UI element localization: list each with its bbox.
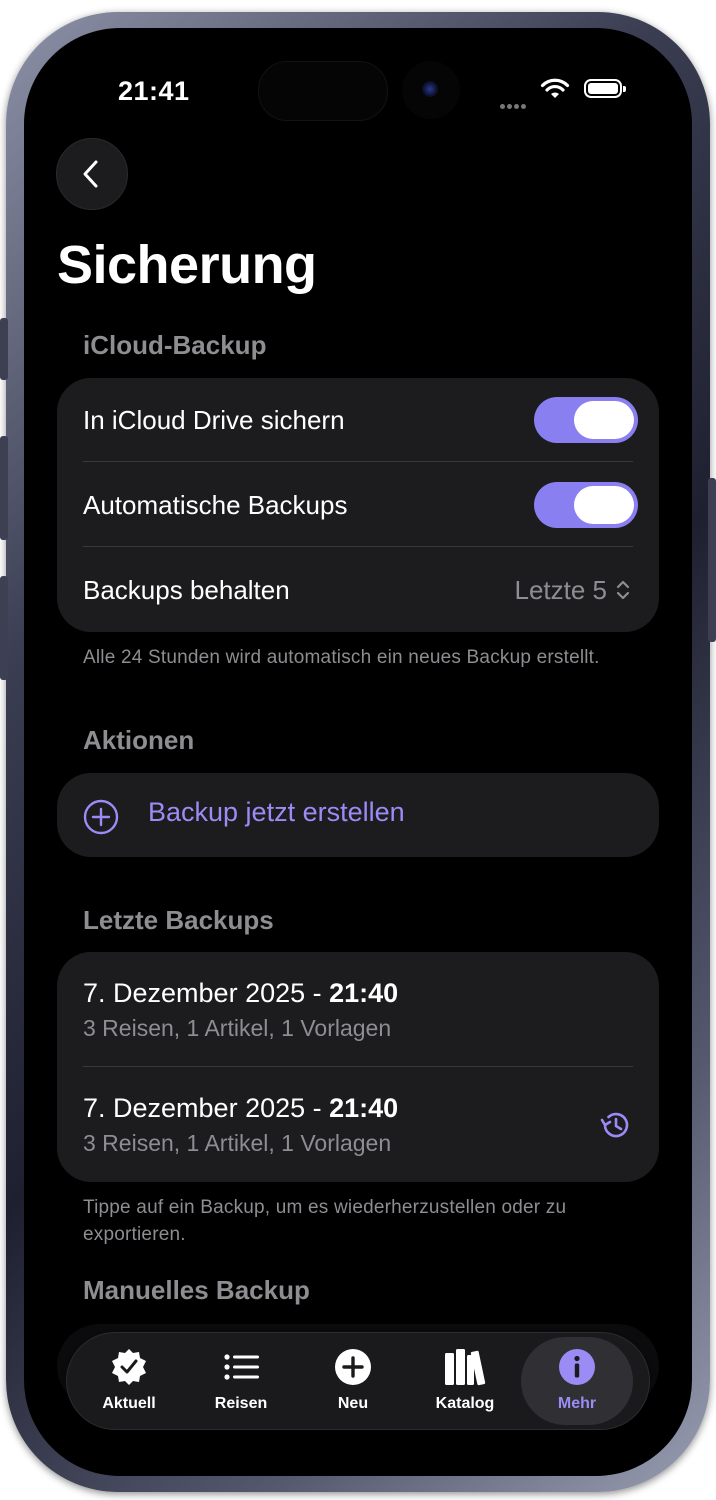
dynamic-island (258, 61, 388, 121)
divider (83, 461, 633, 462)
auto-backups-toggle[interactable] (534, 482, 638, 528)
checkmark-seal-icon (112, 1349, 146, 1385)
books-icon (445, 1349, 486, 1386)
section-header-manual: Manuelles Backup (83, 1275, 310, 1305)
action-button (0, 318, 8, 380)
backup-time: 21:40 (329, 1093, 399, 1123)
tab-label: Aktuell (102, 1395, 156, 1412)
keep-backups-picker[interactable]: Letzte 5 (514, 575, 607, 606)
power-button (708, 478, 716, 642)
backup-details: 3 Reisen, 1 Artikel, 1 Vorlagen (83, 1130, 392, 1156)
chevron-up-down-icon[interactable] (615, 578, 631, 602)
backup-date: 7. Dezember 2025 - 21:40 (83, 978, 398, 1009)
volume-up-button (0, 436, 8, 540)
tab-label: Reisen (214, 1395, 268, 1412)
status-time: 21:41 (118, 76, 190, 106)
section-header-recent: Letzte Backups (83, 905, 274, 935)
section-header-icloud: iCloud-Backup (83, 330, 267, 360)
icloud-footnote: Alle 24 Stunden wird automatisch ein neu… (83, 647, 600, 668)
tab-bar: Aktuell Reisen Neu Katalog Mehr (66, 1332, 650, 1430)
tab-mehr[interactable]: Mehr (521, 1337, 633, 1425)
tab-neu[interactable]: Neu (297, 1337, 409, 1425)
battery-icon (584, 79, 626, 98)
create-backup-button[interactable]: Backup jetzt erstellen (57, 773, 659, 857)
tab-reisen[interactable]: Reisen (185, 1337, 297, 1425)
create-backup-label: Backup jetzt erstellen (148, 797, 405, 827)
backup-details: 3 Reisen, 1 Artikel, 1 Vorlagen (83, 1015, 392, 1041)
tab-label: Neu (337, 1395, 369, 1412)
chevron-left-icon (83, 160, 98, 188)
recent-backups-card: 7. Dezember 2025 - 21:40 3 Reisen, 1 Art… (57, 952, 659, 1182)
volume-down-button (0, 576, 8, 680)
divider (83, 546, 633, 547)
restore-history-icon[interactable] (598, 1108, 632, 1142)
backup-date: 7. Dezember 2025 - 21:40 (83, 1093, 398, 1124)
recent-footnote: Tippe auf ein Backup, um es wiederherzus… (83, 1197, 567, 1245)
cellular-signal-icon (500, 96, 528, 114)
plus-circle-icon (335, 1349, 371, 1385)
page-title: Sicherung (57, 235, 317, 295)
plus-circle-icon (83, 799, 119, 835)
front-camera (402, 61, 460, 119)
divider (83, 1066, 633, 1067)
back-button[interactable] (56, 138, 128, 210)
tab-katalog[interactable]: Katalog (409, 1337, 521, 1425)
backup-date-text: 7. Dezember 2025 - (83, 978, 330, 1008)
auto-backups-label: Automatische Backups (83, 490, 348, 520)
section-header-actions: Aktionen (83, 725, 195, 755)
backup-date-text: 7. Dezember 2025 - (83, 1093, 330, 1123)
icloud-drive-toggle[interactable] (534, 397, 638, 443)
list-icon (224, 1354, 259, 1380)
info-circle-icon (559, 1349, 595, 1385)
tab-label: Mehr (557, 1395, 597, 1412)
wifi-icon (540, 78, 570, 98)
keep-backups-label: Backups behalten (83, 575, 290, 605)
backup-time: 21:40 (329, 978, 399, 1008)
screen: 21:41 Sicherung iCloud-Backup In iCloud … (24, 28, 692, 1476)
icloud-drive-label: In iCloud Drive sichern (83, 405, 345, 435)
tab-aktuell[interactable]: Aktuell (73, 1337, 185, 1425)
icloud-settings-card: In iCloud Drive sichern Automatische Bac… (57, 378, 659, 632)
tab-label: Katalog (435, 1395, 495, 1412)
